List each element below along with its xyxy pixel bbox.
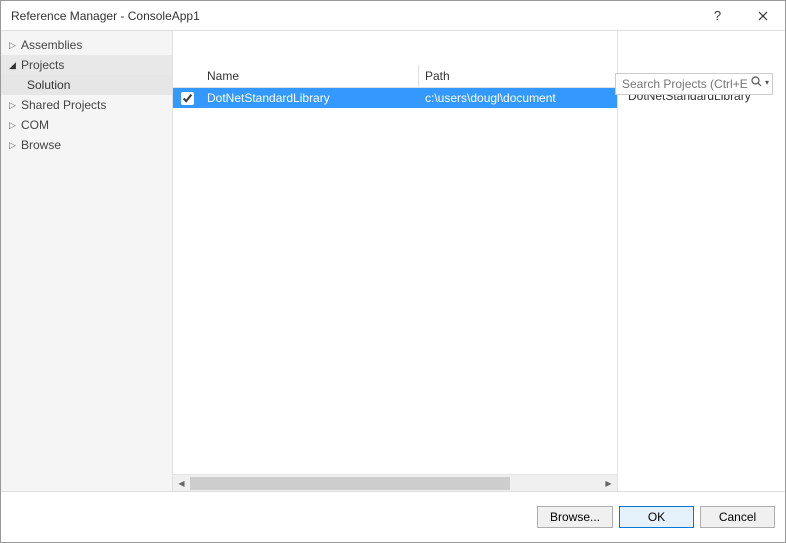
chevron-right-icon: ▷: [9, 120, 21, 131]
cancel-button[interactable]: Cancel: [700, 506, 775, 528]
sidebar-item-shared-projects[interactable]: ▷ Shared Projects: [1, 95, 172, 115]
sidebar-item-label: Solution: [27, 78, 70, 92]
sidebar-item-browse[interactable]: ▷ Browse: [1, 135, 172, 155]
search-icon[interactable]: ▾: [750, 75, 769, 89]
chevron-right-icon: ▷: [9, 40, 21, 51]
scroll-right-button[interactable]: ▶: [600, 475, 617, 492]
help-button[interactable]: ?: [695, 2, 740, 30]
list-header: Name Path: [173, 65, 617, 88]
window-title: Reference Manager - ConsoleApp1: [11, 9, 695, 23]
sidebar-item-label: COM: [21, 118, 49, 132]
column-header-name[interactable]: Name: [201, 65, 419, 87]
sidebar-item-label: Projects: [21, 58, 64, 72]
scroll-left-button[interactable]: ◀: [173, 475, 190, 492]
sidebar-item-com[interactable]: ▷ COM: [1, 115, 172, 135]
column-header-path[interactable]: Path: [419, 65, 617, 87]
sidebar-item-solution[interactable]: Solution: [1, 75, 172, 95]
sidebar: ▷ Assemblies ◢ Projects Solution ▷ Share…: [1, 31, 173, 491]
close-icon: [758, 11, 768, 21]
chevron-right-icon: ▷: [9, 100, 21, 111]
close-button[interactable]: [740, 2, 785, 30]
horizontal-scrollbar[interactable]: ◀ ▶: [173, 474, 617, 491]
search-container: ▾: [609, 67, 779, 99]
chevron-down-icon: ◢: [9, 60, 21, 71]
row-path: c:\users\dougl\document: [419, 91, 617, 105]
list-body: DotNetStandardLibrary c:\users\dougl\doc…: [173, 88, 617, 474]
sidebar-item-assemblies[interactable]: ▷ Assemblies: [1, 35, 172, 55]
scroll-track[interactable]: [190, 475, 600, 492]
sidebar-item-label: Browse: [21, 138, 61, 152]
row-checkbox[interactable]: [181, 92, 194, 105]
scroll-thumb[interactable]: [190, 477, 510, 490]
column-check: [173, 65, 201, 87]
sidebar-item-projects[interactable]: ◢ Projects: [1, 55, 172, 75]
details-panel: ▾ Name: DotNetStandardLibrary: [617, 31, 785, 491]
title-bar: Reference Manager - ConsoleApp1 ?: [1, 1, 785, 31]
sidebar-item-label: Assemblies: [21, 38, 82, 52]
chevron-right-icon: ▷: [9, 140, 21, 151]
row-name: DotNetStandardLibrary: [201, 91, 419, 105]
ok-button[interactable]: OK: [619, 506, 694, 528]
main-area: ▷ Assemblies ◢ Projects Solution ▷ Share…: [1, 31, 785, 491]
footer: Browse... OK Cancel: [1, 491, 785, 541]
list-row[interactable]: DotNetStandardLibrary c:\users\dougl\doc…: [173, 88, 617, 108]
row-checkbox-cell: [173, 92, 201, 105]
list-panel: Name Path DotNetStandardLibrary c:\users…: [173, 31, 617, 491]
browse-button[interactable]: Browse...: [537, 506, 613, 528]
sidebar-item-label: Shared Projects: [21, 98, 106, 112]
